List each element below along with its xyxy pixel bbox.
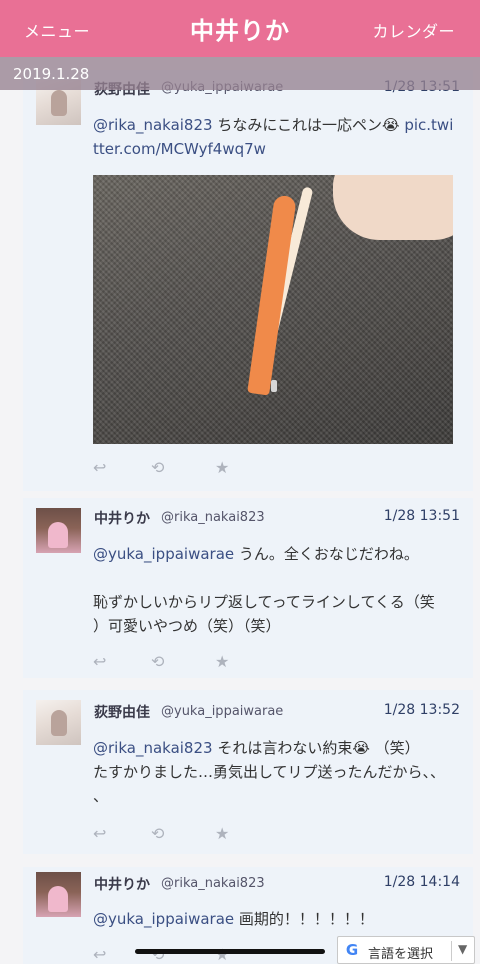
favorite-icon[interactable]: ★ [215,458,229,477]
tweet-card: 荻野由佳 @yuka_ippaiwarae 1/28 13:52 @rika_n… [23,690,473,854]
photo-pen [247,194,297,396]
tweet-mention[interactable]: @yuka_ippaiwarae [93,910,234,928]
favorite-icon[interactable]: ★ [215,945,229,964]
photo-pen-tip [271,380,277,392]
tweet-actions: ↩ ⟲ ★ [93,945,253,964]
divider [451,941,452,961]
tweet-text: @yuka_ippaiwarae うん。全くおなじだわね。 恥ずかしいからリプ返… [93,542,468,638]
tweet-photo[interactable] [93,175,453,444]
tweet-actions: ↩ ⟲ ★ [93,652,253,672]
tweet-text: @rika_nakai823 それは言わない約束😭 （笑） たすかりました…勇気… [93,736,468,808]
reply-icon[interactable]: ↩ [93,945,106,964]
tweet-card: 中井りか @rika_nakai823 1/28 13:51 @yuka_ipp… [23,498,473,678]
tweet-mention[interactable]: @rika_nakai823 [93,739,213,757]
tweet-mention[interactable]: @yuka_ippaiwarae [93,545,234,563]
tweet-time[interactable]: 1/28 13:52 [384,702,460,718]
language-select-label[interactable]: 言語を選択 [368,943,433,962]
tweet-author-name[interactable]: 中井りか [94,508,150,528]
avatar[interactable] [36,872,81,917]
tweet-time[interactable]: 1/28 14:14 [384,874,460,890]
google-logo-icon: G [345,941,359,959]
reply-icon[interactable]: ↩ [93,458,106,477]
tweet-text-line: たすかりました…勇気出してリプ送ったんだから、、 [93,763,446,781]
tweet-text-line: それは言わない約束😭 （笑） [212,739,420,757]
tweet-author-handle[interactable]: @rika_nakai823 [161,876,265,891]
tweet-link[interactable]: pic.twi [404,116,453,134]
tweet-card: 荻野由佳 @yuka_ippaiwarae 1/28 13:51 @rika_n… [23,70,473,491]
tweet-text-line: 、 [93,787,109,805]
tweet-text-content: 画期的！！！！！！ [234,910,374,928]
retweet-icon[interactable]: ⟲ [151,652,164,671]
avatar[interactable] [36,508,81,553]
avatar[interactable] [36,700,81,745]
tweet-author-handle[interactable]: @rika_nakai823 [161,510,265,525]
photo-hand [333,175,453,240]
tweet-mention[interactable]: @rika_nakai823 [93,116,213,134]
tweet-author-handle[interactable]: @yuka_ippaiwarae [161,704,283,719]
calendar-button[interactable]: カレンダー [372,18,455,42]
tweet-time[interactable]: 1/28 13:51 [384,508,460,524]
tweet-text-content: ちなみにこれは一応ペン😭 [212,116,400,134]
dropdown-arrow-icon[interactable]: ▼ [458,942,467,956]
tweet-actions: ↩ ⟲ ★ [93,824,253,844]
retweet-icon[interactable]: ⟲ [151,458,164,477]
translate-widget[interactable]: G 言語を選択 ▼ [337,936,475,964]
reply-icon[interactable]: ↩ [93,824,106,843]
retweet-icon[interactable]: ⟲ [151,945,164,964]
app-header: メニュー 中井りか カレンダー [0,0,480,57]
retweet-icon[interactable]: ⟲ [151,824,164,843]
favorite-icon[interactable]: ★ [215,824,229,843]
tweet-author-name[interactable]: 中井りか [94,874,150,894]
date-label: 2019.1.28 [13,65,90,83]
tweet-text: @yuka_ippaiwarae 画期的！！！！！！ [93,907,468,931]
home-indicator[interactable] [135,949,325,954]
tweet-text-line: ）可愛いやつめ（笑）（笑） [93,617,281,635]
tweet-link-cont[interactable]: tter.com/MCWyf4wq7w [93,140,266,158]
tweet-text: @rika_nakai823 ちなみにこれは一応ペン😭 pic.twi tter… [93,113,468,161]
reply-icon[interactable]: ↩ [93,652,106,671]
favorite-icon[interactable]: ★ [215,652,229,671]
date-banner: 2019.1.28 [0,57,480,90]
tweet-text-line: うん。全くおなじだわね。 [234,545,419,563]
tweet-actions: ↩ ⟲ ★ [93,458,253,478]
tweet-author-name[interactable]: 荻野由佳 [94,702,150,722]
tweet-text-line: 恥ずかしいからリプ返してってラインしてくる（笑 [93,593,435,611]
